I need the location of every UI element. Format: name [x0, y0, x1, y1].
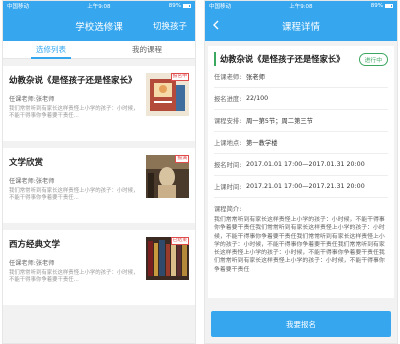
- screens: 中国移动 上午9:08 89% 学校选修课 切换孩子 选修列表 我的课程 幼教杂…: [0, 0, 400, 344]
- detail-header: 幼教杂说《是怪孩子还是怪家长》 进行中: [214, 52, 388, 66]
- page-title: 课程详情: [281, 22, 320, 33]
- course-card[interactable]: 幼教杂说《是怪孩子还是怪家长》 任课老师:张老师 我们常常听到有家长这样责怪上小…: [3, 66, 195, 141]
- field-label: 任课老师:: [214, 74, 242, 81]
- status-badge: 报满: [175, 155, 189, 163]
- switch-child-button[interactable]: 切换孩子: [153, 20, 187, 32]
- field-value: 2017.01.01 17:00—2017.01.31 20:00: [246, 161, 365, 168]
- battery-label: 89%: [371, 3, 393, 9]
- info-row-schedule: 课程安排: 周一第5节；周二第三节: [214, 110, 388, 132]
- intro-label: 课程简介:: [214, 206, 242, 213]
- status-time: 上午9:08: [87, 4, 111, 10]
- tab-elective-list[interactable]: 选修列表: [3, 41, 99, 59]
- status-badge: 报名中: [170, 73, 189, 81]
- field-label: 上课时间:: [214, 184, 242, 191]
- status-badge: 已结束: [170, 237, 189, 245]
- info-row-class-time: 上课时间: 2017.21.01 17:00—2017.21.31 20:00: [214, 176, 388, 198]
- field-value: 第一教学楼: [246, 140, 278, 147]
- book-cover-icon: 报名中: [146, 73, 189, 116]
- course-title: 文学欣赏: [9, 158, 44, 168]
- tab-my-courses[interactable]: 我的课程: [99, 41, 195, 58]
- tab-bar: 选修列表 我的课程: [3, 41, 195, 59]
- field-label: 上课地点:: [214, 140, 242, 147]
- nav-bar: 课程详情: [205, 11, 397, 41]
- battery-icon: [183, 3, 191, 8]
- course-title: 幼教杂说《是怪孩子还是怪家长》: [9, 76, 137, 86]
- info-row-signup-time: 报名时间: 2017.01.01 17:00—2017.01.31 20:00: [214, 154, 388, 176]
- battery-percent: 89%: [168, 3, 181, 9]
- film-still-icon: 报满: [146, 155, 189, 198]
- course-description: 我们常常听到有家长这样责怪上小学的孩子：小时候，不能干得事你争着要干责任...: [9, 188, 139, 201]
- action-bar: 我要报名: [205, 307, 397, 343]
- top-bar: 中国移动 上午9:08 89% 课程详情: [205, 1, 397, 41]
- battery-label: 89%: [169, 3, 191, 9]
- carrier-label: 中国移动: [209, 4, 232, 10]
- battery-icon: [385, 3, 393, 8]
- course-list-screen: 中国移动 上午9:08 89% 学校选修课 切换孩子 选修列表 我的课程 幼教杂…: [2, 0, 196, 344]
- course-description: 我们常常听到有家长这样责怪上小学的孩子：小时候，不能干得事你争着要干责任...: [9, 106, 139, 119]
- course-detail-screen: 中国移动 上午9:08 89% 课程详情 幼教杂说《是怪孩子还是怪家长》 进行中…: [204, 0, 398, 344]
- status-bar: 中国移动 上午9:08 89%: [3, 1, 195, 11]
- battery-percent: 89%: [370, 3, 383, 9]
- status-time: 上午9:08: [289, 4, 313, 10]
- bookshelf-icon: 已结束: [146, 237, 189, 280]
- info-row-location: 上课地点: 第一教学楼: [214, 132, 388, 154]
- field-label: 报名进度:: [214, 96, 242, 103]
- info-row-teacher: 任课老师: 张老师: [214, 66, 388, 88]
- intro-text: 我们常常听到有家长这样责怪上小学的孩子：小时候，不能干得事你争着要干责任我们常常…: [214, 217, 385, 273]
- course-card[interactable]: 西方经典文学 任课老师:张老师 我们常常听到有家长这样责怪上小学的孩子：小时候，…: [3, 230, 195, 305]
- top-bar: 中国移动 上午9:08 89% 学校选修课 切换孩子: [3, 1, 195, 41]
- field-value: 22/100: [246, 95, 269, 102]
- course-card[interactable]: 文学欣赏 任课老师:张老师 我们常常听到有家长这样责怪上小学的孩子：小时候，不能…: [3, 148, 195, 223]
- course-detail-card: 幼教杂说《是怪孩子还是怪家长》 进行中 任课老师: 张老师 报名进度: 22/1…: [208, 46, 394, 298]
- status-bar: 中国移动 上午9:08 89%: [205, 1, 397, 11]
- field-value: 张老师: [246, 74, 265, 81]
- nav-bar: 学校选修课 切换孩子: [3, 11, 195, 41]
- course-title: 幼教杂说《是怪孩子还是怪家长》: [220, 54, 345, 64]
- course-title: 西方经典文学: [9, 240, 61, 250]
- field-value: 2017.21.01 17:00—2017.21.31 20:00: [246, 183, 365, 190]
- field-label: 课程安排:: [214, 118, 242, 125]
- course-description: 我们常常听到有家长这样责怪上小学的孩子：小时候，不能干得事你争着要干责任...: [9, 270, 139, 283]
- info-row-progress: 报名进度: 22/100: [214, 88, 388, 110]
- carrier-label: 中国移动: [7, 4, 30, 10]
- field-label: 报名时间:: [214, 162, 242, 169]
- signup-button[interactable]: 我要报名: [211, 311, 391, 337]
- field-value: 周一第5节；周二第三节: [246, 118, 313, 125]
- status-badge: 进行中: [358, 52, 388, 66]
